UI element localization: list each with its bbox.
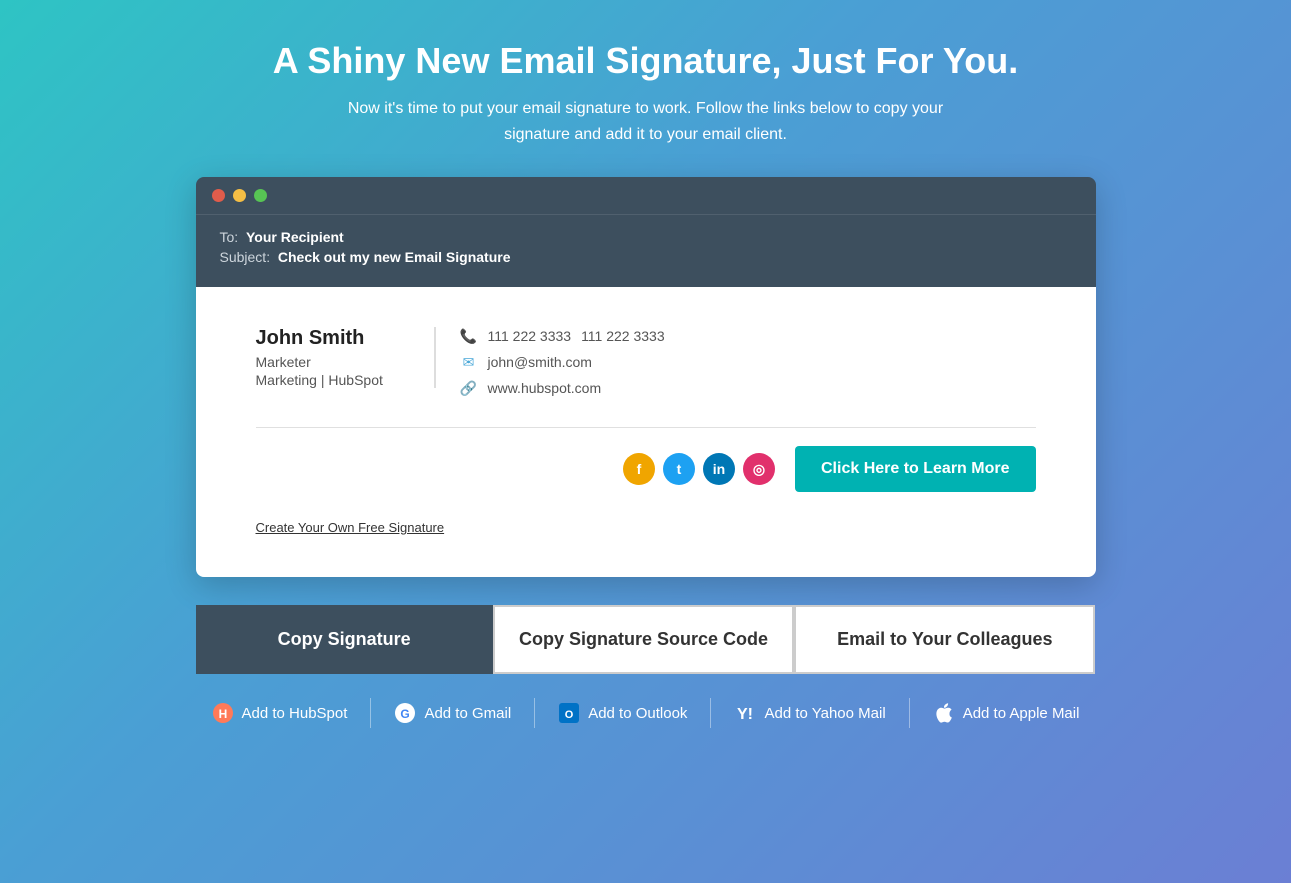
- action-buttons-row: Copy Signature Copy Signature Source Cod…: [196, 605, 1096, 674]
- add-to-gmail[interactable]: G Add to Gmail: [378, 694, 527, 732]
- email-titlebar: [196, 177, 1096, 214]
- linkedin-icon[interactable]: in: [703, 453, 735, 485]
- signature-block: John Smith Marketer Marketing | HubSpot …: [256, 327, 1036, 397]
- signature-website-row: 🔗 www.hubspot.com: [460, 379, 665, 397]
- web-icon: 🔗: [460, 379, 478, 397]
- add-to-hubspot[interactable]: H Add to HubSpot: [196, 694, 364, 732]
- signature-company: Marketing | HubSpot: [256, 372, 410, 388]
- twitter-icon[interactable]: t: [663, 453, 695, 485]
- signature-divider: [256, 427, 1036, 428]
- instagram-icon[interactable]: ◎: [743, 453, 775, 485]
- add-to-row: H Add to HubSpot G Add to Gmail O Add to…: [196, 694, 1096, 732]
- svg-text:Y!: Y!: [737, 706, 753, 723]
- signature-right: 📞 111 222 3333 111 222 3333 ✉ john@smith…: [436, 327, 665, 397]
- svg-text:H: H: [218, 707, 227, 721]
- email-body: John Smith Marketer Marketing | HubSpot …: [196, 287, 1096, 577]
- signature-name: John Smith: [256, 327, 410, 350]
- outlook-icon: O: [558, 702, 580, 724]
- gmail-icon: G: [394, 702, 416, 724]
- add-to-outlook[interactable]: O Add to Outlook: [542, 694, 703, 732]
- social-icons-group: f t in ◎: [623, 453, 775, 485]
- phone-icon: 📞: [460, 327, 478, 345]
- email-preview-window: To: Your Recipient Subject: Check out my…: [196, 177, 1096, 577]
- window-dot-green: [254, 189, 267, 202]
- copy-signature-button[interactable]: Copy Signature: [196, 605, 493, 674]
- email-colleagues-button[interactable]: Email to Your Colleagues: [794, 605, 1095, 674]
- yahoo-icon: Y!: [734, 702, 756, 724]
- divider-3: [710, 698, 711, 728]
- apple-icon: [933, 702, 955, 724]
- cta-button[interactable]: Click Here to Learn More: [795, 446, 1036, 492]
- signature-left: John Smith Marketer Marketing | HubSpot: [256, 327, 436, 388]
- signature-website: www.hubspot.com: [488, 380, 602, 396]
- copy-source-button[interactable]: Copy Signature Source Code: [493, 605, 794, 674]
- signature-phone-row: 📞 111 222 3333 111 222 3333: [460, 327, 665, 345]
- divider-4: [909, 698, 910, 728]
- signature-social-cta: f t in ◎ Click Here to Learn More: [256, 446, 1036, 492]
- signature-phone1: 111 222 3333: [488, 328, 572, 344]
- page-subtitle: Now it's time to put your email signatur…: [346, 96, 946, 147]
- signature-phone2: 111 222 3333: [581, 328, 665, 344]
- facebook-icon[interactable]: f: [623, 453, 655, 485]
- add-to-apple-mail[interactable]: Add to Apple Mail: [917, 694, 1096, 732]
- email-to: To: Your Recipient: [220, 229, 1072, 245]
- create-own-link[interactable]: Create Your Own Free Signature: [256, 520, 445, 535]
- window-dot-red: [212, 189, 225, 202]
- hubspot-icon: H: [212, 702, 234, 724]
- email-icon: ✉: [460, 353, 478, 371]
- signature-email: john@smith.com: [488, 354, 592, 370]
- svg-text:O: O: [565, 709, 574, 721]
- add-to-yahoo[interactable]: Y! Add to Yahoo Mail: [718, 694, 901, 732]
- svg-text:G: G: [401, 707, 410, 721]
- email-subject: Subject: Check out my new Email Signatur…: [220, 249, 1072, 265]
- email-header: To: Your Recipient Subject: Check out my…: [196, 214, 1096, 287]
- divider-2: [534, 698, 535, 728]
- signature-email-row: ✉ john@smith.com: [460, 353, 665, 371]
- window-dot-yellow: [233, 189, 246, 202]
- page-title: A Shiny New Email Signature, Just For Yo…: [273, 40, 1018, 82]
- divider-1: [370, 698, 371, 728]
- signature-title: Marketer: [256, 354, 410, 370]
